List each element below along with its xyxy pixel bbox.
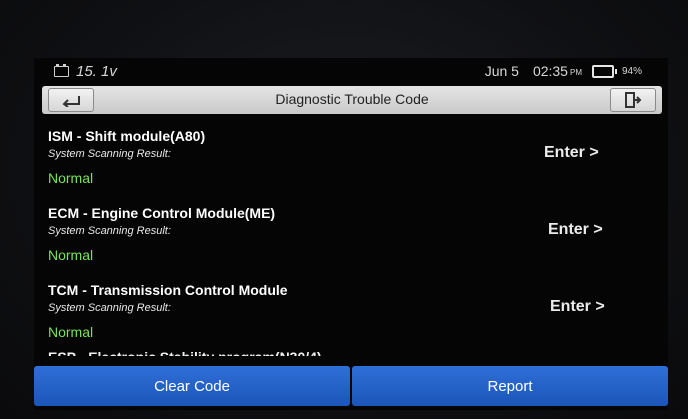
screen: 15. 1v Jun 5 02:35 PM 94% Diagnostic Tro… [34,58,668,410]
module-name: TCM - Transmission Control Module [48,282,288,298]
page-title: Diagnostic Trouble Code [275,91,429,107]
device-frame: 15. 1v Jun 5 02:35 PM 94% Diagnostic Tro… [0,0,688,419]
voltage-indicator: 15. 1v [54,63,117,80]
result-label: System Scanning Result: [48,148,171,160]
list-item: TCM - Transmission Control Module System… [34,282,668,354]
list-item: ECM - Engine Control Module(ME) System S… [34,205,668,277]
enter-button[interactable]: Enter > [544,144,599,162]
result-label: System Scanning Result: [48,225,171,237]
result-value: Normal [48,247,94,263]
result-value: Normal [48,324,94,340]
voltage-value: 15. 1v [76,63,117,80]
result-value: Normal [48,170,94,186]
enter-button[interactable]: Enter > [550,298,605,316]
report-button[interactable]: Report [352,366,668,406]
list-item: ISM - Shift module(A80) System Scanning … [34,128,668,200]
time-text: 02:35 [532,63,568,79]
result-label: System Scanning Result: [48,302,171,314]
enter-button[interactable]: Enter > [548,221,603,239]
clock-area: Jun 5 02:35 PM 94% [485,63,642,79]
car-battery-icon [54,64,69,77]
module-name: ECM - Engine Control Module(ME) [48,205,276,221]
title-bar: Diagnostic Trouble Code [42,86,662,114]
clear-code-button[interactable]: Clear Code [34,366,350,406]
date-text: Jun 5 [484,63,519,79]
partial-module-name[interactable]: ESP - Electronic Stability program(N30/4… [48,348,322,356]
exit-door-icon [625,92,642,108]
action-bar: Clear Code Report [34,366,668,406]
exit-button[interactable] [610,88,656,112]
ampm-text: PM [569,68,582,77]
status-bar: 15. 1v Jun 5 02:35 PM 94% [34,58,668,84]
module-name: ISM - Shift module(A80) [48,128,206,144]
battery-icon [591,64,617,78]
battery-percent: 94% [621,65,642,77]
